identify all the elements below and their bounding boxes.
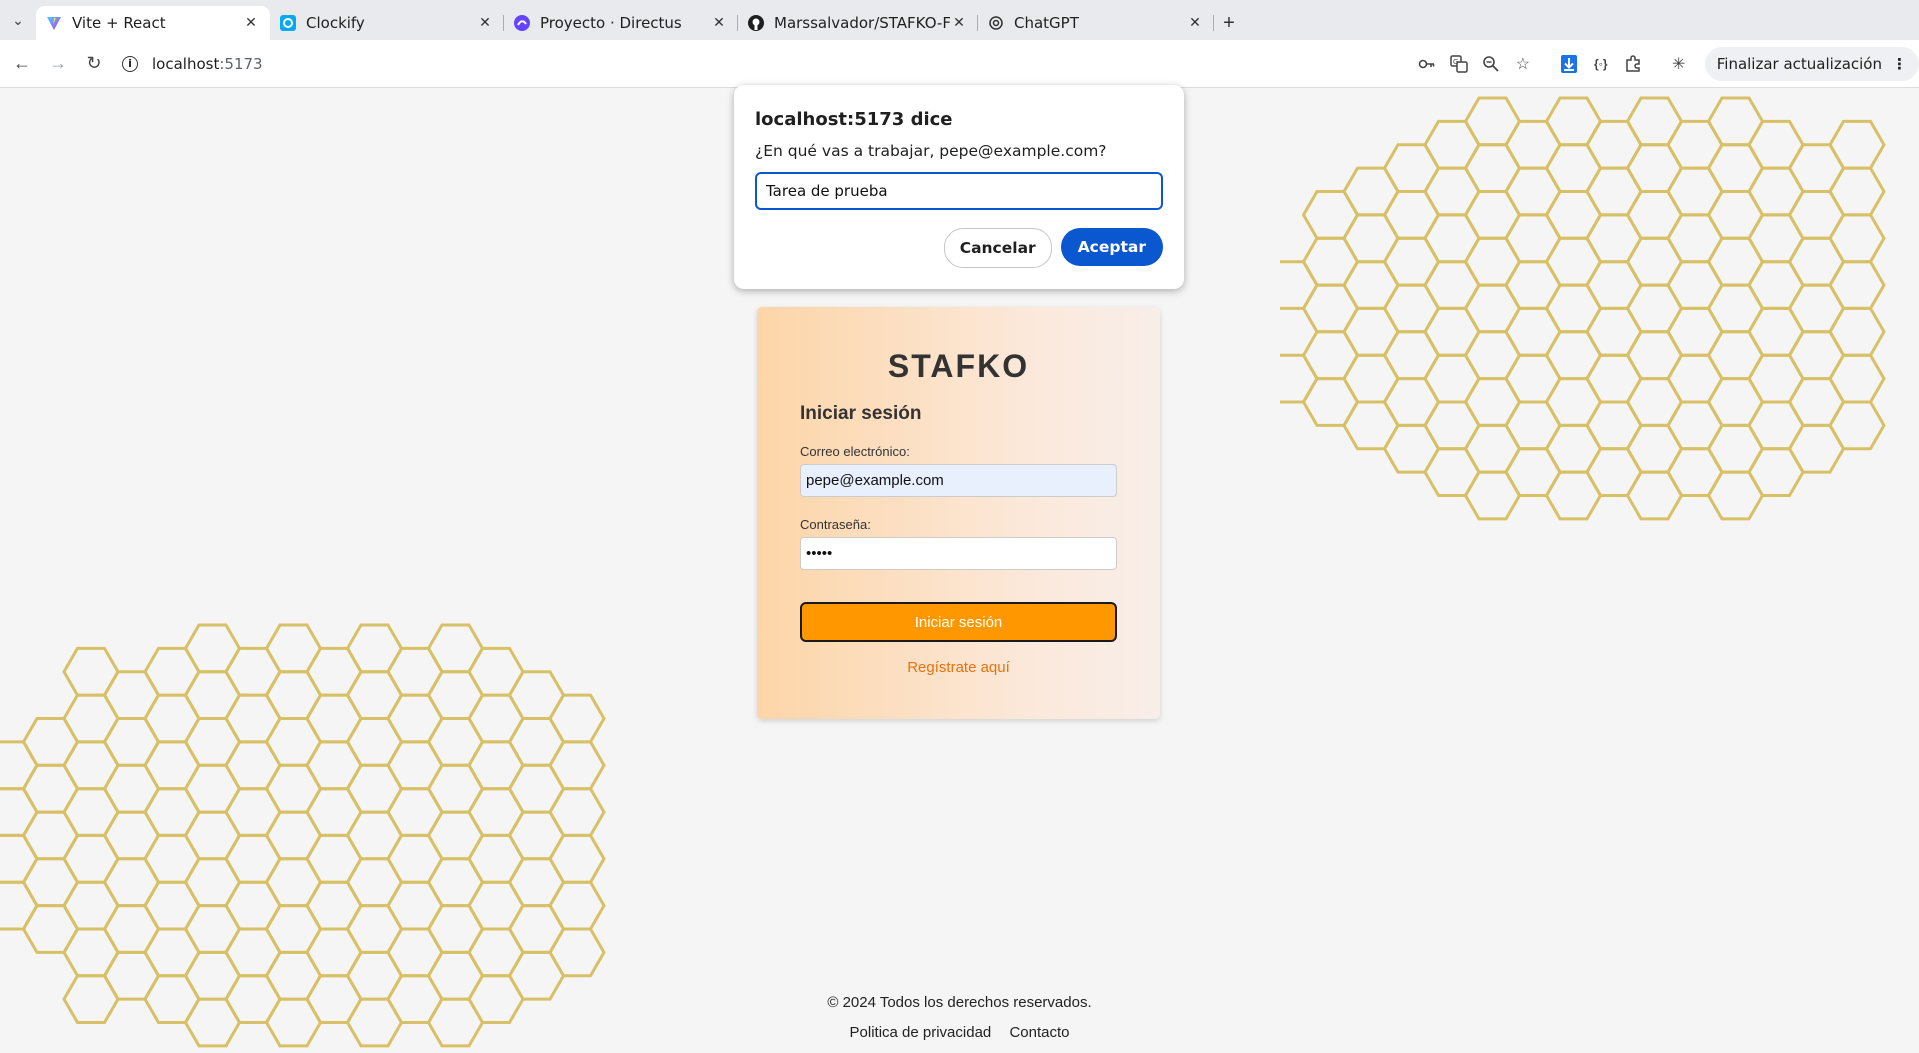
cancel-button[interactable]: Cancelar (943, 228, 1052, 268)
close-icon[interactable]: ✕ (242, 15, 260, 31)
honeycomb-cell (0, 833, 39, 884)
honeycomb-cell (1828, 213, 1886, 264)
honeycomb-cell (1828, 166, 1886, 217)
address-port: :5173 (219, 54, 263, 73)
brand-logo-text: STAFKO (887, 348, 1030, 384)
honeycomb-cell (0, 880, 39, 931)
tab-clockify[interactable]: Clockify ✕ (270, 6, 504, 40)
login-heading: Iniciar sesión (800, 403, 922, 424)
browser-toolbar: ← → ↻ i localhost:5173 G ☆ {◦} ✳ Finaliz… (0, 40, 1919, 88)
clockify-icon (280, 15, 296, 31)
extensions-puzzle-icon[interactable] (1617, 48, 1649, 80)
forward-icon[interactable]: → (40, 46, 76, 82)
login-submit-button[interactable]: Iniciar sesión (800, 602, 1117, 642)
tab-chatgpt[interactable]: ChatGPT ✕ (978, 6, 1214, 40)
privacy-policy-link[interactable]: Politica de privacidad (850, 1024, 992, 1041)
close-icon[interactable]: ✕ (710, 15, 728, 31)
honeycomb-cell (548, 787, 606, 837)
login-card: STAFKO Iniciar sesión Correo electrónico… (757, 307, 1160, 719)
dialog-buttons: Cancelar Aceptar (943, 228, 1163, 268)
tab-title: Proyecto · Directus (540, 14, 682, 32)
tab-title: Clockify (306, 14, 365, 32)
email-label: Correo electrónico: (800, 444, 910, 459)
honeycomb-cell (1828, 306, 1886, 357)
back-icon[interactable]: ← (4, 46, 40, 82)
new-tab-icon[interactable]: + (1214, 6, 1244, 40)
dialog-message: ¿En qué vas a trabajar, pepe@example.com… (755, 142, 1107, 160)
tab-github[interactable]: Marssalvador/STAFKO-F ✕ (738, 6, 978, 40)
honeycomb-cell (548, 927, 606, 978)
close-icon[interactable]: ✕ (950, 15, 968, 31)
address-bar[interactable]: i localhost:5173 (122, 55, 263, 73)
footer-links: Politica de privacidad Contacto (0, 1024, 1919, 1041)
translate-icon[interactable]: G (1443, 48, 1475, 80)
password-field[interactable]: ••••• (800, 537, 1117, 570)
honeycomb-cell (1828, 260, 1886, 310)
honeycomb-cell (0, 740, 39, 791)
honeycomb-cell (1828, 400, 1886, 451)
honeycomb-decoration-right (1280, 96, 1886, 521)
honeycomb-cell (548, 740, 606, 791)
prompt-dialog: localhost:5173 dice ¿En qué vas a trabaj… (734, 85, 1184, 289)
honeycomb-cell (1280, 353, 1319, 404)
github-icon (748, 15, 764, 31)
tab-search-icon[interactable]: ⌄ (0, 2, 36, 38)
download-icon[interactable] (1553, 48, 1585, 80)
dialog-title: localhost:5173 dice (755, 109, 953, 130)
address-host: localhost (152, 54, 220, 73)
dialog-input[interactable]: Tarea de prueba (755, 172, 1163, 210)
accept-button[interactable]: Aceptar (1060, 228, 1163, 266)
svg-text:G: G (1453, 58, 1458, 66)
vite-icon (46, 15, 62, 31)
tab-groups-icon[interactable]: ✳ (1663, 48, 1695, 80)
honeycomb-decoration-left (0, 623, 606, 1048)
register-link[interactable]: Regístrate aquí (800, 659, 1117, 676)
tab-strip: ⌄ Vite + React ✕ Clockify ✕ Proyecto · D… (0, 0, 1919, 40)
chatgpt-icon (988, 15, 1004, 31)
update-browser-button[interactable]: Finalizar actualización ⋮ (1704, 47, 1919, 81)
update-label: Finalizar actualización (1716, 55, 1882, 73)
toolbar-actions: G ☆ {◦} ✳ Finalizar actualización ⋮ (1411, 40, 1919, 88)
directus-icon (514, 15, 530, 31)
bookmark-star-icon[interactable]: ☆ (1507, 48, 1539, 80)
extension-code-icon[interactable]: {◦} (1585, 48, 1617, 80)
zoom-icon[interactable] (1475, 48, 1507, 80)
email-field[interactable]: pepe@example.com (800, 464, 1117, 497)
contact-link[interactable]: Contacto (1009, 1024, 1069, 1041)
tab-title: Vite + React (72, 14, 166, 32)
honeycomb-cell (1828, 353, 1886, 404)
honeycomb-cell (548, 833, 606, 884)
tab-title: Marssalvador/STAFKO-F (774, 14, 950, 32)
password-key-icon[interactable] (1411, 48, 1443, 80)
footer-copyright: © 2024 Todos los derechos reservados. (827, 994, 1092, 1011)
site-info-icon[interactable]: i (122, 55, 138, 72)
tab-separator (1213, 15, 1214, 31)
tab-vite-react[interactable]: Vite + React ✕ (36, 6, 270, 40)
honeycomb-cell (0, 787, 39, 837)
honeycomb-cell (1280, 260, 1319, 310)
close-icon[interactable]: ✕ (1186, 15, 1204, 31)
honeycomb-cell (1828, 119, 1886, 170)
password-label: Contraseña: (800, 517, 871, 532)
tab-title: ChatGPT (1014, 14, 1079, 32)
more-menu-icon[interactable]: ⋮ (1892, 55, 1907, 73)
close-icon[interactable]: ✕ (476, 15, 494, 31)
honeycomb-cell (548, 880, 606, 931)
tab-directus[interactable]: Proyecto · Directus ✕ (504, 6, 738, 40)
reload-icon[interactable]: ↻ (76, 46, 112, 82)
honeycomb-cell (548, 693, 606, 744)
